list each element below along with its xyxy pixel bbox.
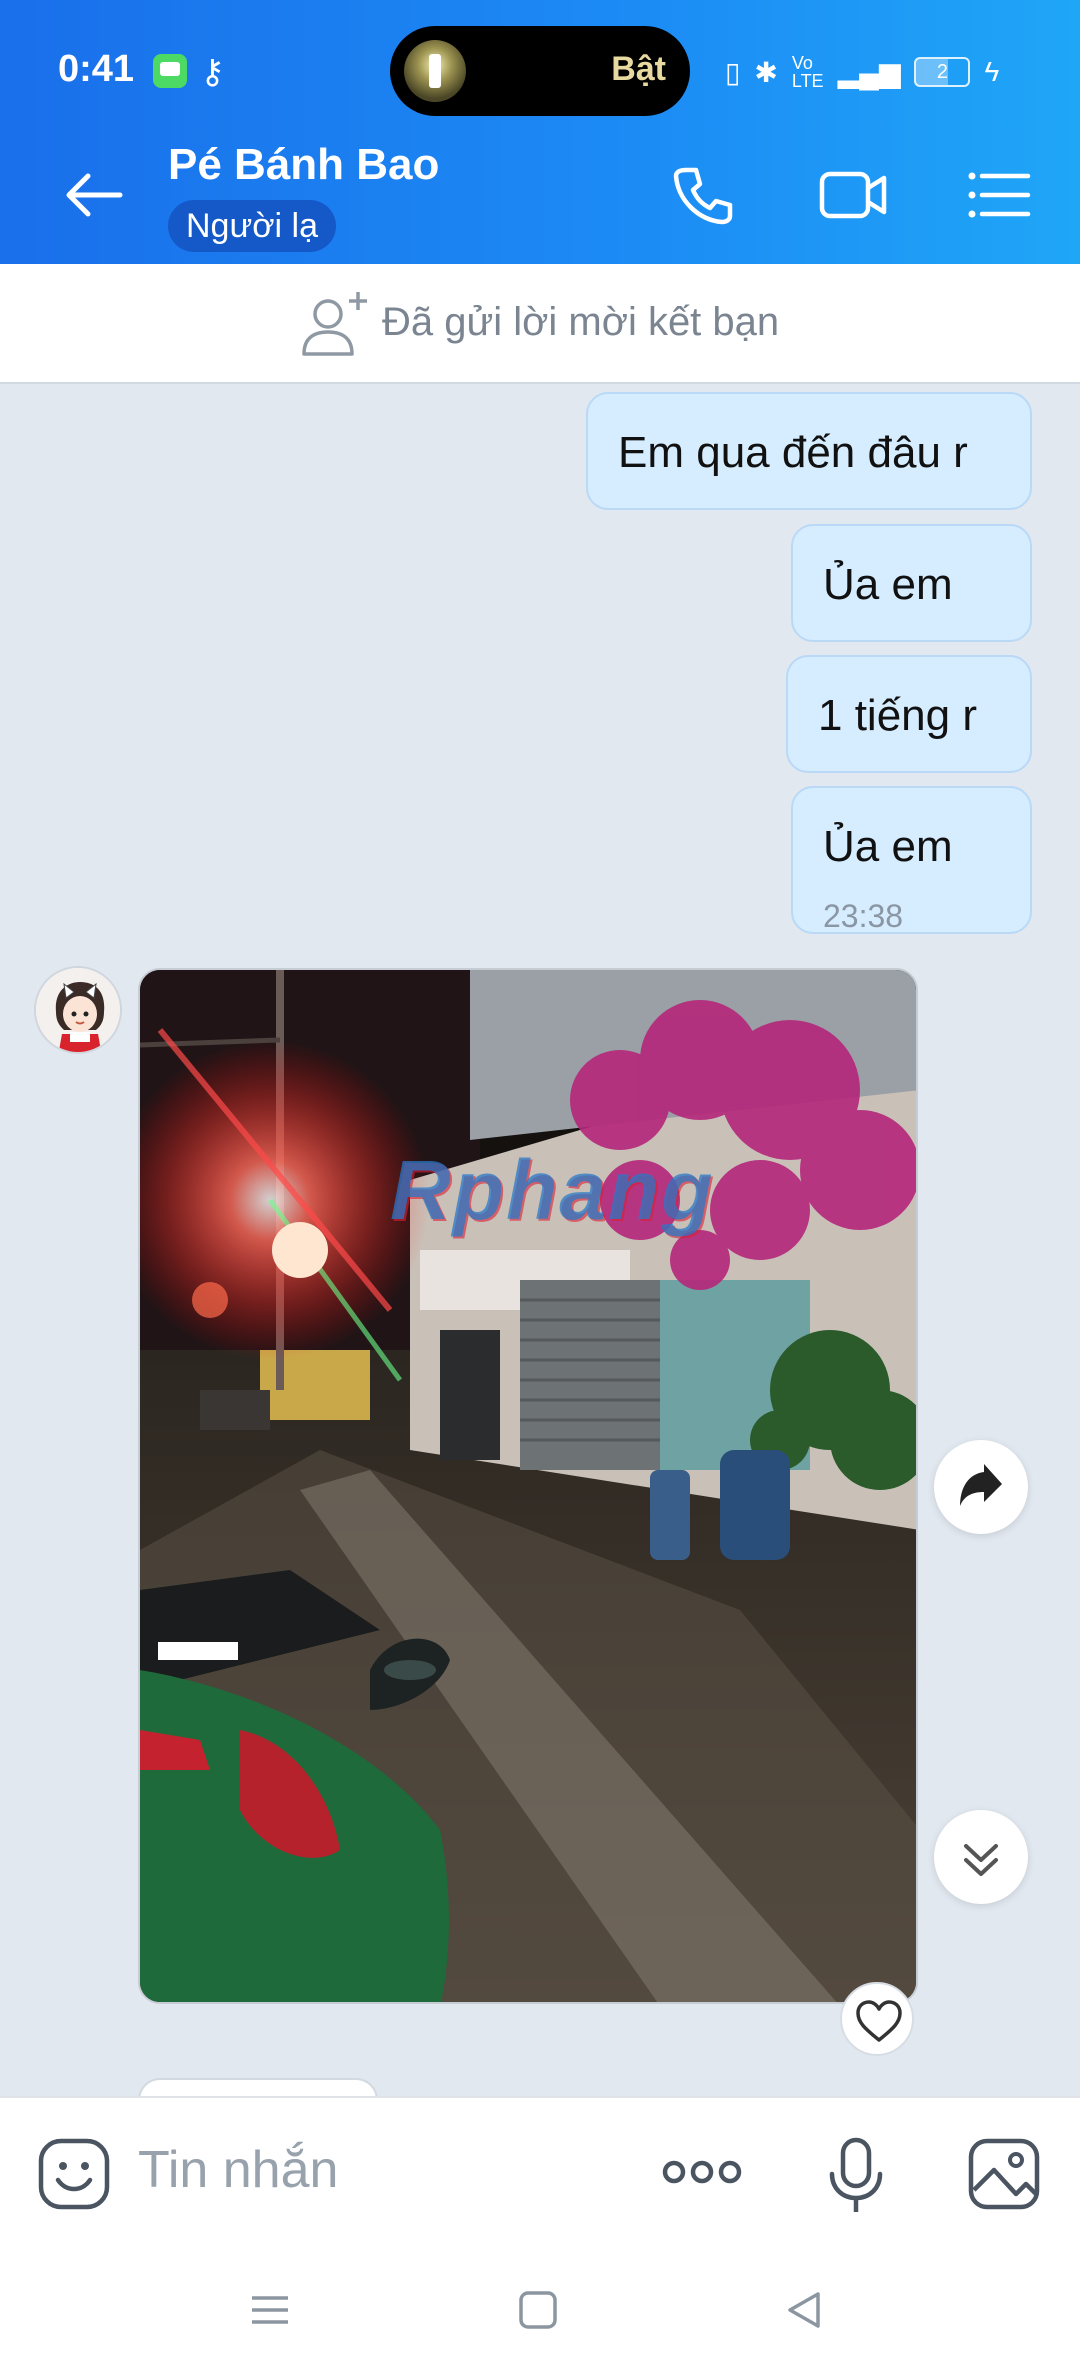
friend-request-bar: Đã gửi lời mời kết bạn	[0, 264, 1080, 384]
triangle-back-icon	[788, 2292, 820, 2328]
sticker-button[interactable]	[36, 2136, 112, 2217]
battery-level: 2	[936, 61, 949, 83]
more-horizontal-icon	[662, 2160, 742, 2184]
video-camera-icon	[819, 171, 887, 219]
friend-request-status: Đã gửi lời mời kết bạn	[382, 300, 780, 344]
photo-message[interactable]: Rphang	[138, 968, 918, 2004]
system-icons: ▯ ✱ Vo LTE ▂▄▆ 2 ϟ	[725, 50, 999, 94]
list-menu-icon	[968, 172, 1031, 218]
signal-5g-icon: ▂▄▆	[837, 56, 901, 88]
street-night-photo	[140, 970, 916, 2002]
message-bubble-outgoing[interactable]: 1 tiếng r	[786, 655, 1032, 773]
voice-message-button[interactable]	[826, 2136, 886, 2221]
video-call-button[interactable]	[818, 160, 898, 230]
message-text: Ủa em	[823, 822, 953, 871]
forward-arrow-icon	[960, 1464, 1002, 1506]
scroll-to-bottom-button[interactable]	[934, 1810, 1028, 1904]
more-options-button[interactable]	[660, 2150, 744, 2199]
square-icon	[519, 2291, 557, 2329]
contact-avatar[interactable]	[34, 966, 122, 1054]
react-heart-button[interactable]	[840, 1982, 914, 2056]
back-nav-button[interactable]	[784, 2290, 824, 2335]
message-bubble-outgoing[interactable]: Ủa em	[791, 524, 1032, 642]
message-text: Ủa em	[823, 560, 953, 609]
dynamic-island-flashlight[interactable]: Bật	[390, 26, 690, 116]
status-time: 0:41	[58, 48, 135, 90]
message-bubble-outgoing[interactable]: Ủa em 23:38	[791, 786, 1032, 934]
stranger-badge: Người lạ	[168, 200, 336, 252]
image-picker-button[interactable]	[966, 2136, 1042, 2217]
back-button[interactable]	[60, 160, 130, 230]
microphone-icon	[829, 2137, 883, 2212]
menu-lines-icon	[252, 2296, 288, 2324]
double-chevron-down-icon	[964, 1844, 998, 1876]
home-button[interactable]	[518, 2290, 558, 2335]
message-timestamp: 23:38	[823, 898, 904, 934]
image-gallery-icon	[968, 2138, 1040, 2210]
charging-icon: ϟ	[984, 56, 1000, 87]
status-bar: 0:41 ⚷ Bật ▯ ✱ Vo LTE ▂▄▆ 2 ϟ	[0, 0, 1080, 140]
phone-icon	[673, 167, 733, 225]
message-input[interactable]: Tin nhắn	[138, 2140, 338, 2200]
photo-watermark: Rphang	[390, 1143, 715, 1237]
key-icon: ⚷	[200, 53, 225, 91]
heart-icon	[856, 2000, 902, 2042]
share-forward-button[interactable]	[934, 1440, 1028, 1534]
message-text: Em qua đến đâu r	[618, 428, 968, 477]
chat-header: 0:41 ⚷ Bật ▯ ✱ Vo LTE ▂▄▆ 2 ϟ Pé Bánh Bao…	[0, 0, 1080, 264]
message-text: 1 tiếng r	[818, 691, 977, 740]
system-navigation-bar	[0, 2250, 1080, 2372]
vibrate-icon: ▯	[725, 56, 741, 88]
flashlight-icon	[404, 40, 466, 102]
voice-call-button[interactable]	[668, 160, 748, 230]
add-friend-icon	[302, 292, 367, 356]
bluetooth-icon: ✱	[754, 56, 778, 88]
arrow-left-icon	[66, 173, 123, 217]
volte-icon: Vo LTE	[791, 53, 824, 91]
smiley-icon	[38, 2138, 110, 2210]
options-menu-button[interactable]	[964, 160, 1044, 230]
avatar-image	[36, 968, 120, 1052]
flashlight-status: Bật	[611, 50, 666, 88]
message-notification-icon	[153, 54, 187, 88]
message-bubble-outgoing[interactable]: Em qua đến đâu r	[586, 392, 1032, 510]
battery-icon: 2	[914, 57, 971, 87]
contact-name[interactable]: Pé Bánh Bao	[168, 140, 439, 190]
recent-apps-button[interactable]	[250, 2290, 290, 2335]
